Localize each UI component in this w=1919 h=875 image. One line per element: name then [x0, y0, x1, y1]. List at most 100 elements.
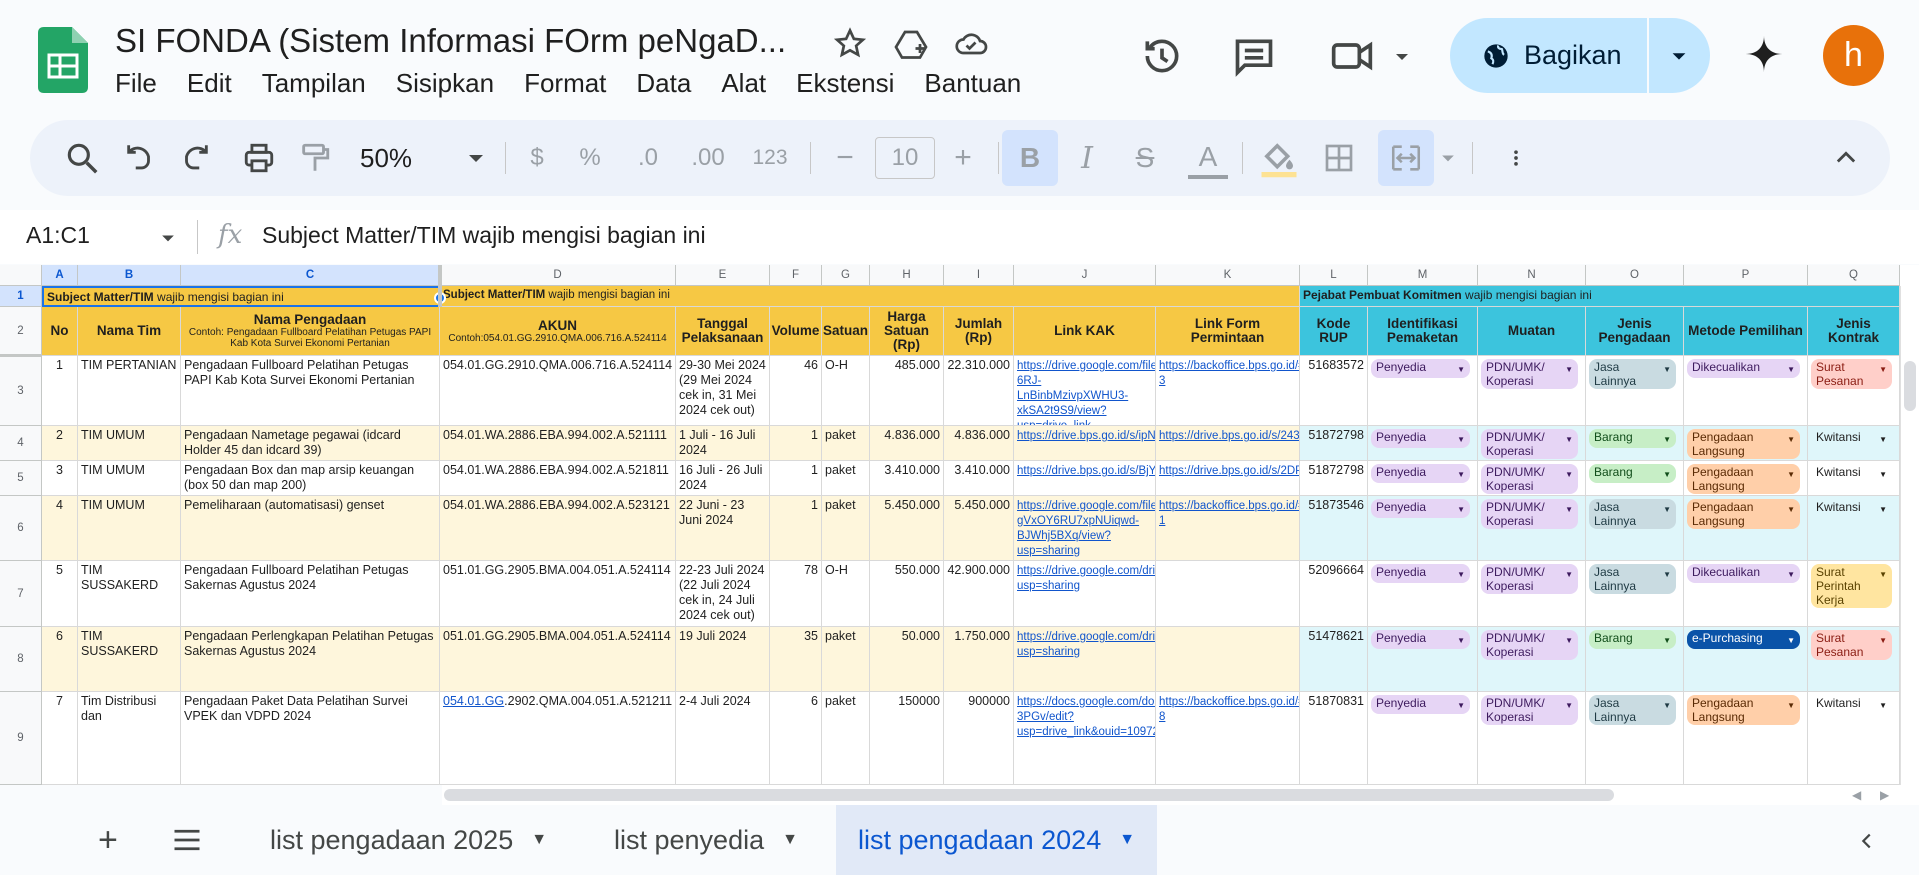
cell-jenis-pengadaan-chip[interactable]: Barang ▼	[1589, 630, 1676, 649]
cell-metode[interactable]: Pengadaan Langsung ▼	[1684, 496, 1808, 561]
cell-jenis-pengadaan[interactable]: Barang ▼	[1586, 627, 1684, 692]
chip-dropdown-icon[interactable]: ▼	[1457, 503, 1465, 517]
link-text[interactable]: https://drive.google.com/drive/folders/1…	[1017, 631, 1155, 658]
decrease-decimal-button[interactable]: .0	[628, 139, 668, 177]
cell-identifikasi[interactable]: Penyedia ▼	[1368, 426, 1478, 461]
chip-dropdown-icon[interactable]: ▼	[1565, 699, 1573, 713]
chip-dropdown-icon[interactable]: ▼	[1663, 634, 1671, 648]
cell-akun[interactable]: 054.01.GG.2910.QMA.006.716.A.524114	[440, 356, 676, 426]
cell-link-kak[interactable]: https://drive.google.com/file/d/1E-6RJ-L…	[1014, 356, 1156, 426]
header-jenis-kontrak[interactable]: Jenis Kontrak	[1808, 307, 1900, 356]
font-size-increase-icon[interactable]: +	[948, 139, 978, 177]
chip-dropdown-icon[interactable]: ▼	[1565, 363, 1573, 377]
menu-format[interactable]: Format	[524, 68, 606, 99]
link-text[interactable]: https://backoffice.bps.go.id/#/attachmen…	[1159, 696, 1299, 723]
header-kode-rup[interactable]: Kode RUP	[1300, 307, 1368, 356]
chip-dropdown-icon[interactable]: ▼	[1787, 699, 1795, 713]
all-sheets-icon[interactable]	[172, 827, 202, 853]
cell-volume[interactable]: 1	[770, 496, 822, 561]
link-text[interactable]: https://drive.google.com/file/d/1Depl-gV…	[1017, 500, 1155, 557]
column-header-e[interactable]: E	[676, 265, 770, 286]
cell-muatan-chip[interactable]: PDN/UMK/ Koperasi ▼	[1481, 429, 1578, 459]
cell-muatan[interactable]: PDN/UMK/ Koperasi ▼	[1478, 426, 1586, 461]
tab-chevron-down-icon[interactable]: ▼	[531, 831, 547, 849]
share-button[interactable]: Bagikan	[1450, 18, 1710, 93]
cell-akun[interactable]: 051.01.GG.2905.BMA.004.051.A.524114	[440, 627, 676, 692]
menu-insert[interactable]: Sisipkan	[396, 68, 494, 99]
merged-cell-d1-k1[interactable]: Subject Matter/TIM wajib mengisi bagian …	[440, 286, 1300, 307]
cell-akun[interactable]: 051.01.GG.2905.BMA.004.051.A.524114	[440, 561, 676, 627]
cell-jenis-kontrak-chip[interactable]: Kwitansi ▼	[1811, 695, 1892, 714]
cell-volume[interactable]: 46	[770, 356, 822, 426]
chip-dropdown-icon[interactable]: ▼	[1663, 699, 1671, 713]
header-akun[interactable]: AKUN Contoh:054.01.GG.2910.QMA.006.716.A.…	[440, 307, 676, 356]
add-sheet-icon[interactable]: +	[98, 805, 118, 875]
row-header-1[interactable]: 1	[0, 286, 42, 307]
cell-jumlah[interactable]: 22.310.000	[944, 356, 1014, 426]
cell-metode-chip[interactable]: Pengadaan Langsung ▼	[1687, 499, 1800, 529]
cell-identifikasi-chip[interactable]: Penyedia ▼	[1371, 464, 1470, 483]
cell-satuan[interactable]: paket	[822, 496, 870, 561]
cell-metode-chip[interactable]: Pengadaan Langsung ▼	[1687, 695, 1800, 725]
cell-metode[interactable]: Dikecualikan ▼	[1684, 561, 1808, 627]
chip-dropdown-icon[interactable]: ▼	[1879, 568, 1887, 582]
header-muatan[interactable]: Muatan	[1478, 307, 1586, 356]
cell-nama-tim[interactable]: TIM UMUM	[78, 496, 181, 561]
cell-nama-pengadaan[interactable]: Pemeliharaan (automatisasi) genset	[181, 496, 440, 561]
cell-no[interactable]: 5	[42, 561, 78, 627]
cell-no[interactable]: 2	[42, 426, 78, 461]
row-header-3[interactable]: 3	[0, 356, 42, 426]
cell-jenis-kontrak-chip[interactable]: Surat Perintah Kerja ▼	[1811, 564, 1892, 608]
bold-icon[interactable]: B	[1002, 130, 1058, 186]
cell-identifikasi[interactable]: Penyedia ▼	[1368, 496, 1478, 561]
collapse-panel-icon[interactable]	[1856, 830, 1878, 852]
cell-link-form[interactable]	[1156, 627, 1300, 692]
cell-kode-rup[interactable]: 51872798	[1300, 426, 1368, 461]
chip-dropdown-icon[interactable]: ▼	[1565, 468, 1573, 482]
search-icon[interactable]	[62, 139, 102, 177]
sheets-logo-icon[interactable]	[38, 27, 88, 93]
header-satuan[interactable]: Satuan	[822, 307, 870, 356]
chip-dropdown-icon[interactable]: ▼	[1457, 568, 1465, 582]
increase-decimal-button[interactable]: .00	[685, 139, 731, 177]
column-header-o[interactable]: O	[1586, 265, 1684, 286]
chip-dropdown-icon[interactable]: ▼	[1565, 568, 1573, 582]
cell-link-form[interactable]	[1156, 561, 1300, 627]
cell-link-kak[interactable]: https://drive.bps.go.id/s/BjYJLaAqL676Le…	[1014, 461, 1156, 496]
cell-jumlah[interactable]: 4.836.000	[944, 426, 1014, 461]
cell-nama-pengadaan[interactable]: Pengadaan Fullboard Pelatihan Petugas Sa…	[181, 561, 440, 627]
zoom-select[interactable]: 50%	[360, 139, 450, 177]
cell-jenis-pengadaan[interactable]: Barang ▼	[1586, 461, 1684, 496]
cell-tanggal[interactable]: 2-4 Juli 2024	[676, 692, 770, 785]
cell-jenis-kontrak[interactable]: Surat Pesanan ▼	[1808, 627, 1900, 692]
cell-harga[interactable]: 485.000	[870, 356, 944, 426]
row-header-7[interactable]: 7	[0, 561, 42, 627]
cell-kode-rup[interactable]: 51683572	[1300, 356, 1368, 426]
cell-identifikasi[interactable]: Penyedia ▼	[1368, 692, 1478, 785]
cell-jenis-pengadaan-chip[interactable]: Barang ▼	[1589, 464, 1676, 483]
more-options-icon[interactable]	[1506, 139, 1526, 177]
cell-jenis-pengadaan-chip[interactable]: Barang ▼	[1589, 429, 1676, 448]
link-text[interactable]: https://drive.bps.go.id/s/243HQGrNxirLLz…	[1159, 430, 1299, 442]
cell-jenis-pengadaan[interactable]: Jasa Lainnya ▼	[1586, 496, 1684, 561]
tab-list-pengadaan-2024[interactable]: list pengadaan 2024 ▼	[836, 805, 1158, 875]
cell-tanggal[interactable]: 16 Juli - 26 Juli 2024	[676, 461, 770, 496]
column-header-d[interactable]: D	[440, 265, 676, 286]
link-text[interactable]: https://drive.bps.go.id/s/ipNd6tyDo6SY5o…	[1017, 430, 1155, 442]
header-nama-pengadaan[interactable]: Nama Pengadaan Contoh: Pengadaan Fullboar…	[181, 307, 440, 356]
name-box-chevron-down-icon[interactable]	[158, 228, 178, 248]
cell-metode[interactable]: Dikecualikan ▼	[1684, 356, 1808, 426]
cell-no[interactable]: 7	[42, 692, 78, 785]
undo-icon[interactable]	[123, 139, 157, 177]
link-text[interactable]: https://drive.google.com/file/d/1E-6RJ-L…	[1017, 360, 1155, 425]
text-color-icon[interactable]: A	[1188, 139, 1228, 179]
cell-volume[interactable]: 1	[770, 426, 822, 461]
cell-muatan[interactable]: PDN/UMK/ Koperasi ▼	[1478, 496, 1586, 561]
chip-dropdown-icon[interactable]: ▼	[1879, 468, 1887, 482]
chip-dropdown-icon[interactable]: ▼	[1787, 363, 1795, 377]
cell-nama-tim[interactable]: TIM SUSSAKERD	[78, 627, 181, 692]
cell-satuan[interactable]: O-H	[822, 356, 870, 426]
cell-muatan-chip[interactable]: PDN/UMK/ Koperasi ▼	[1481, 564, 1578, 594]
cell-satuan[interactable]: O-H	[822, 561, 870, 627]
cell-harga[interactable]: 4.836.000	[870, 426, 944, 461]
